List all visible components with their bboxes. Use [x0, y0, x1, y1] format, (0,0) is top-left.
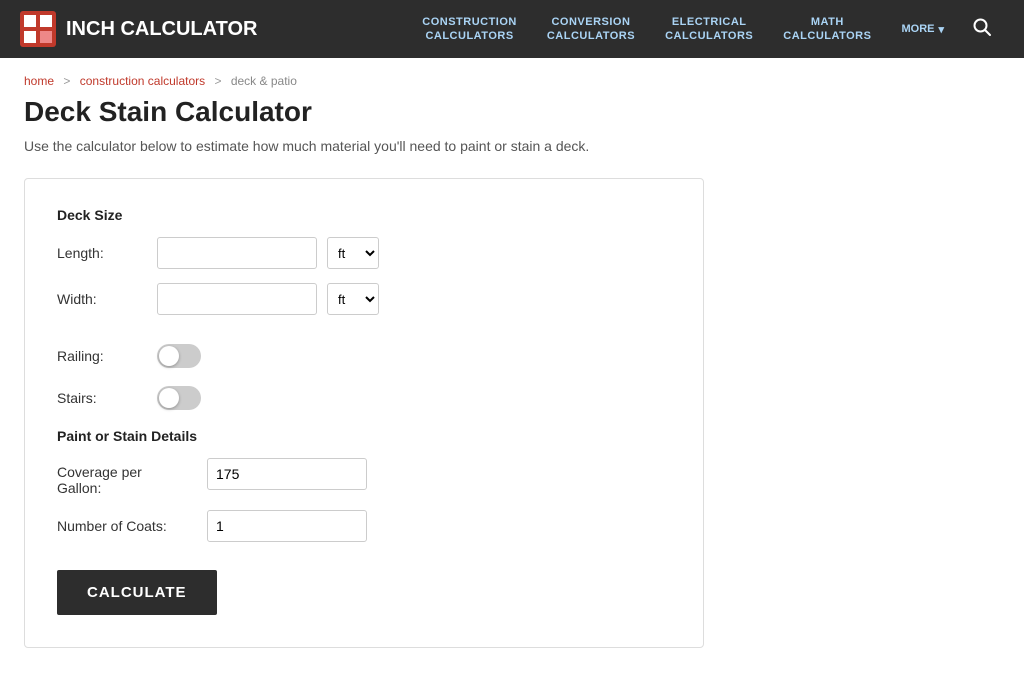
stairs-label: Stairs: — [57, 390, 147, 406]
coats-input[interactable] — [207, 510, 367, 542]
page-description: Use the calculator below to estimate how… — [24, 138, 736, 154]
logo-text: INCH CALCULATOR — [66, 18, 257, 41]
length-unit-select[interactable]: ft in m — [327, 237, 379, 269]
width-input[interactable] — [157, 283, 317, 315]
width-label: Width: — [57, 291, 147, 307]
width-row: Width: ft in m — [57, 283, 671, 315]
coats-label: Number of Coats: — [57, 518, 197, 534]
main-nav: INCH CALCULATOR CONSTRUCTION CALCULATORS… — [0, 0, 1024, 58]
railing-toggle-track[interactable] — [157, 344, 201, 368]
railing-toggle[interactable] — [157, 344, 201, 368]
breadcrumb-construction[interactable]: construction calculators — [80, 74, 205, 88]
deck-size-label: Deck Size — [57, 207, 671, 223]
width-unit-select[interactable]: ft in m — [327, 283, 379, 315]
logo-icon — [20, 11, 56, 47]
nav-conversion[interactable]: CONVERSION CALCULATORS — [533, 7, 649, 52]
stairs-toggle[interactable] — [157, 386, 201, 410]
nav-links: CONSTRUCTION CALCULATORS CONVERSION CALC… — [408, 7, 1004, 52]
length-input[interactable] — [157, 237, 317, 269]
breadcrumb-sep2: > — [214, 74, 221, 88]
coats-row: Number of Coats: — [57, 510, 671, 542]
paint-section-label: Paint or Stain Details — [57, 428, 671, 444]
coverage-label: Coverage perGallon: — [57, 458, 197, 496]
length-row: Length: ft in m — [57, 237, 671, 269]
chevron-down-icon: ▾ — [938, 23, 944, 36]
nav-construction[interactable]: CONSTRUCTION CALCULATORS — [408, 7, 531, 52]
railing-row: Railing: — [57, 344, 671, 368]
nav-more-button[interactable]: MORE ▾ — [887, 15, 958, 44]
search-button[interactable] — [960, 9, 1004, 50]
coverage-input[interactable] — [207, 458, 367, 490]
length-label: Length: — [57, 245, 147, 261]
stairs-toggle-track[interactable] — [157, 386, 201, 410]
nav-electrical[interactable]: ELECTRICAL CALCULATORS — [651, 7, 767, 52]
coverage-row: Coverage perGallon: — [57, 458, 671, 496]
breadcrumb-sep1: > — [63, 74, 70, 88]
calculate-button[interactable]: CALCULATE — [57, 570, 217, 615]
breadcrumb-current: deck & patio — [231, 74, 297, 88]
breadcrumb-home[interactable]: home — [24, 74, 54, 88]
logo-link[interactable]: INCH CALCULATOR — [20, 11, 257, 47]
calculator-box: Deck Size Length: ft in m Width: ft in m… — [24, 178, 704, 648]
nav-math[interactable]: MATH CALCULATORS — [769, 7, 885, 52]
paint-section: Paint or Stain Details Coverage perGallo… — [57, 428, 671, 542]
main-content: Deck Stain Calculator Use the calculator… — [0, 96, 760, 688]
page-title: Deck Stain Calculator — [24, 96, 736, 128]
stairs-row: Stairs: — [57, 386, 671, 410]
railing-label: Railing: — [57, 348, 147, 364]
breadcrumb: home > construction calculators > deck &… — [0, 58, 1024, 96]
search-icon — [972, 17, 992, 37]
